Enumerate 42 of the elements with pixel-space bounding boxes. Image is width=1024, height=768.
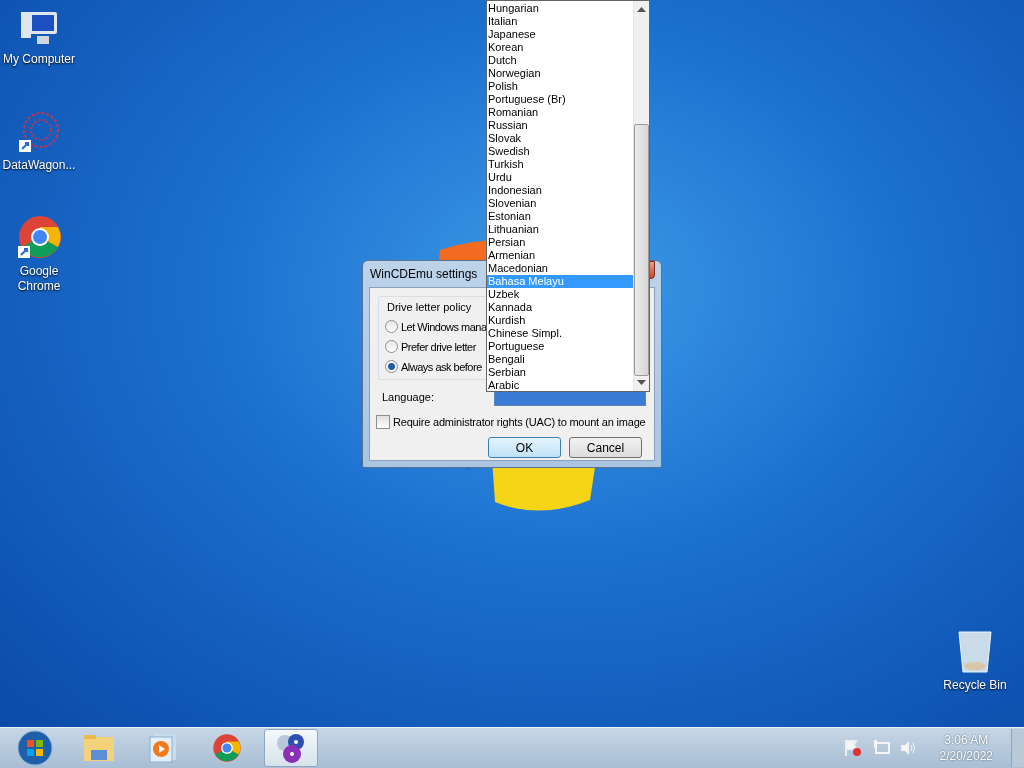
language-option[interactable]: Dutch bbox=[487, 54, 633, 67]
language-option[interactable]: Romanian bbox=[487, 106, 633, 119]
checkbox-label[interactable]: Require administrator rights (UAC) to mount an image bbox=[393, 416, 646, 428]
cancel-button[interactable]: Cancel bbox=[569, 437, 642, 458]
language-option[interactable]: Portuguese bbox=[487, 340, 633, 353]
language-option[interactable]: Armenian bbox=[487, 249, 633, 262]
language-option[interactable]: Chinese Simpl. bbox=[487, 327, 633, 340]
language-option[interactable]: Russian bbox=[487, 119, 633, 132]
language-option[interactable]: Portuguese (Br) bbox=[487, 93, 633, 106]
language-label: Language: bbox=[382, 390, 434, 403]
ok-button[interactable]: OK bbox=[488, 437, 561, 458]
language-option[interactable]: Kurdish bbox=[487, 314, 633, 327]
language-option[interactable]: Italian bbox=[487, 15, 633, 28]
language-option[interactable]: Macedonian bbox=[487, 262, 633, 275]
language-option[interactable]: Hungarian bbox=[487, 2, 633, 15]
language-option[interactable]: Kannada bbox=[487, 301, 633, 314]
desktop-icon-label[interactable]: Google Chrome bbox=[0, 264, 78, 294]
language-option[interactable]: Korean bbox=[487, 41, 633, 54]
radio-label[interactable]: Always ask before bbox=[401, 360, 482, 373]
language-option[interactable]: Uzbek bbox=[487, 288, 633, 301]
language-option[interactable]: Turkish bbox=[487, 158, 633, 171]
desktop-icon-label[interactable]: Recycle Bin bbox=[943, 678, 1007, 693]
language-option[interactable]: Slovenian bbox=[487, 197, 633, 210]
language-option[interactable]: Bengali bbox=[487, 353, 633, 366]
desktop-icon-label[interactable]: My Computer bbox=[3, 52, 75, 67]
language-option[interactable]: Lithuanian bbox=[487, 223, 633, 236]
language-option[interactable]: Polish bbox=[487, 80, 633, 93]
language-option[interactable]: Urdu bbox=[487, 171, 633, 184]
language-option[interactable]: Japanese bbox=[487, 28, 633, 41]
radio-label[interactable]: Prefer drive letter bbox=[401, 340, 476, 353]
language-option[interactable]: Arabic bbox=[487, 379, 633, 392]
language-option[interactable]: Norwegian bbox=[487, 67, 633, 80]
group-label: Drive letter policy bbox=[387, 301, 472, 313]
radio-label[interactable]: Let Windows mana bbox=[401, 320, 487, 333]
language-option[interactable]: Serbian bbox=[487, 366, 633, 379]
language-option[interactable]: Slovak bbox=[487, 132, 633, 145]
desktop-icon-label[interactable]: DataWagon... bbox=[2, 158, 76, 173]
language-option[interactable]: Estonian bbox=[487, 210, 633, 223]
language-option[interactable]: Swedish bbox=[487, 145, 633, 158]
language-option[interactable]: Indonesian bbox=[487, 184, 633, 197]
language-option[interactable]: Persian bbox=[487, 236, 633, 249]
window-title: WinCDEmu settings bbox=[369, 267, 478, 281]
